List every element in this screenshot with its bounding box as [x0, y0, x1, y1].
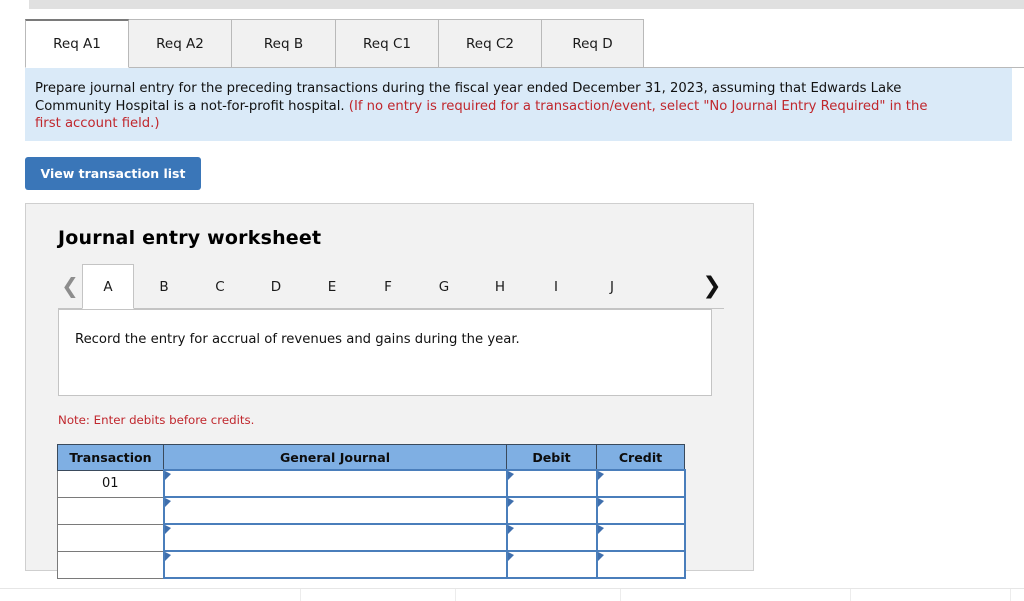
top-toolbar-strip	[29, 0, 1024, 9]
worksheet-page-tab-i[interactable]: I	[530, 264, 582, 309]
worksheet-pager: ❮ ❯ A B C D E F G H I J	[58, 264, 724, 309]
req-tab-label: Req D	[572, 35, 613, 52]
table-row	[57, 523, 686, 552]
transaction-number-cell	[57, 550, 164, 579]
worksheet-page-tab-h[interactable]: H	[474, 264, 526, 309]
credit-input-cell[interactable]	[595, 496, 686, 525]
transaction-number-cell	[57, 496, 164, 525]
view-transaction-list-button[interactable]: View transaction list	[25, 157, 201, 190]
instruction-line-1: Prepare journal entry for the preceding …	[35, 81, 902, 96]
worksheet-page-tab-d[interactable]: D	[250, 264, 302, 309]
worksheet-page-tab-label: C	[215, 278, 225, 295]
general-journal-input-cell[interactable]	[162, 550, 508, 579]
page-bottom-tick	[300, 589, 301, 601]
transaction-number-cell	[57, 523, 164, 552]
req-tab-req-c1[interactable]: Req C1	[335, 19, 439, 68]
worksheet-page-tab-label: B	[159, 278, 169, 295]
page-bottom-tick	[1010, 589, 1011, 601]
debit-input-cell[interactable]	[505, 523, 598, 552]
general-journal-input-cell[interactable]	[162, 523, 508, 552]
req-tab-label: Req C1	[363, 35, 411, 52]
journal-entry-worksheet-panel: Journal entry worksheet ❮ ❯ A B C D E F G H I J R…	[25, 203, 754, 579]
req-tab-req-c2[interactable]: Req C2	[438, 19, 542, 68]
credit-input-cell[interactable]	[595, 469, 686, 498]
general-journal-input-cell[interactable]	[162, 469, 508, 498]
journal-entry-table: Transaction General Journal Debit Credit…	[57, 444, 686, 579]
worksheet-page-tab-label: I	[554, 278, 558, 295]
page-bottom-tick	[620, 589, 621, 601]
instruction-line-3-alert: first account field.)	[35, 116, 160, 131]
requirement-tab-strip: Req A1 Req A2 Req B Req C1 Req C2 Req D	[25, 19, 1024, 68]
req-tab-req-a2[interactable]: Req A2	[128, 19, 232, 68]
worksheet-page-tab-label: H	[494, 278, 506, 295]
table-row: 01	[57, 469, 686, 498]
worksheet-page-tab-c[interactable]: C	[194, 264, 246, 309]
column-header-debit: Debit	[506, 444, 597, 471]
page-bottom-divider	[0, 588, 1024, 589]
transaction-number-cell: 01	[57, 469, 164, 498]
credit-input-cell[interactable]	[595, 523, 686, 552]
table-header-row: Transaction General Journal Debit Credit	[57, 444, 685, 471]
page-bottom-tick	[850, 589, 851, 601]
req-tab-req-d[interactable]: Req D	[541, 19, 644, 68]
req-tab-label: Req A2	[156, 35, 204, 52]
worksheet-page-tab-label: A	[103, 278, 113, 295]
worksheet-page-tab-label: J	[610, 278, 614, 295]
credit-input-cell[interactable]	[595, 550, 686, 579]
page-bottom-tick	[455, 589, 456, 601]
worksheet-page-tab-g[interactable]: G	[418, 264, 470, 309]
req-tab-label: Req B	[263, 35, 304, 52]
worksheet-page-tab-label: E	[327, 278, 337, 295]
worksheet-prompt-box: Record the entry for accrual of revenues…	[58, 309, 712, 396]
worksheet-page-tab-label: D	[270, 278, 282, 295]
chevron-right-icon[interactable]: ❯	[700, 272, 724, 300]
worksheet-page-tab-a[interactable]: A	[82, 264, 134, 309]
worksheet-page-tab-b[interactable]: B	[138, 264, 190, 309]
column-header-transaction: Transaction	[57, 444, 164, 471]
worksheet-prompt-text: Record the entry for accrual of revenues…	[75, 332, 520, 347]
worksheet-page-tab-e[interactable]: E	[306, 264, 358, 309]
general-journal-input-cell[interactable]	[162, 496, 508, 525]
req-tab-req-b[interactable]: Req B	[231, 19, 336, 68]
instruction-text: Prepare journal entry for the preceding …	[35, 80, 1002, 133]
instruction-panel: Prepare journal entry for the preceding …	[25, 68, 1012, 141]
instruction-line-2-alert: (If no entry is required for a transacti…	[348, 98, 928, 114]
worksheet-page-tab-j[interactable]: J	[586, 264, 638, 309]
debit-input-cell[interactable]	[505, 496, 598, 525]
worksheet-page-tab-f[interactable]: F	[362, 264, 414, 309]
column-header-general-journal: General Journal	[163, 444, 507, 471]
table-row	[57, 496, 686, 525]
worksheet-page-tab-label: F	[384, 278, 392, 295]
debit-input-cell[interactable]	[505, 550, 598, 579]
debit-input-cell[interactable]	[505, 469, 598, 498]
worksheet-title: Journal entry worksheet	[58, 227, 322, 249]
instruction-line-2: Community Hospital is a not-for-profit h…	[35, 98, 349, 114]
chevron-left-icon[interactable]: ❮	[58, 272, 82, 300]
req-tab-label: Req A1	[53, 36, 101, 52]
column-header-credit: Credit	[596, 444, 685, 471]
req-tab-label: Req C2	[466, 35, 514, 52]
table-row	[57, 550, 686, 579]
debits-before-credits-note: Note: Enter debits before credits.	[58, 413, 255, 427]
worksheet-page-tab-label: G	[438, 278, 450, 295]
req-tab-req-a1[interactable]: Req A1	[25, 19, 129, 68]
